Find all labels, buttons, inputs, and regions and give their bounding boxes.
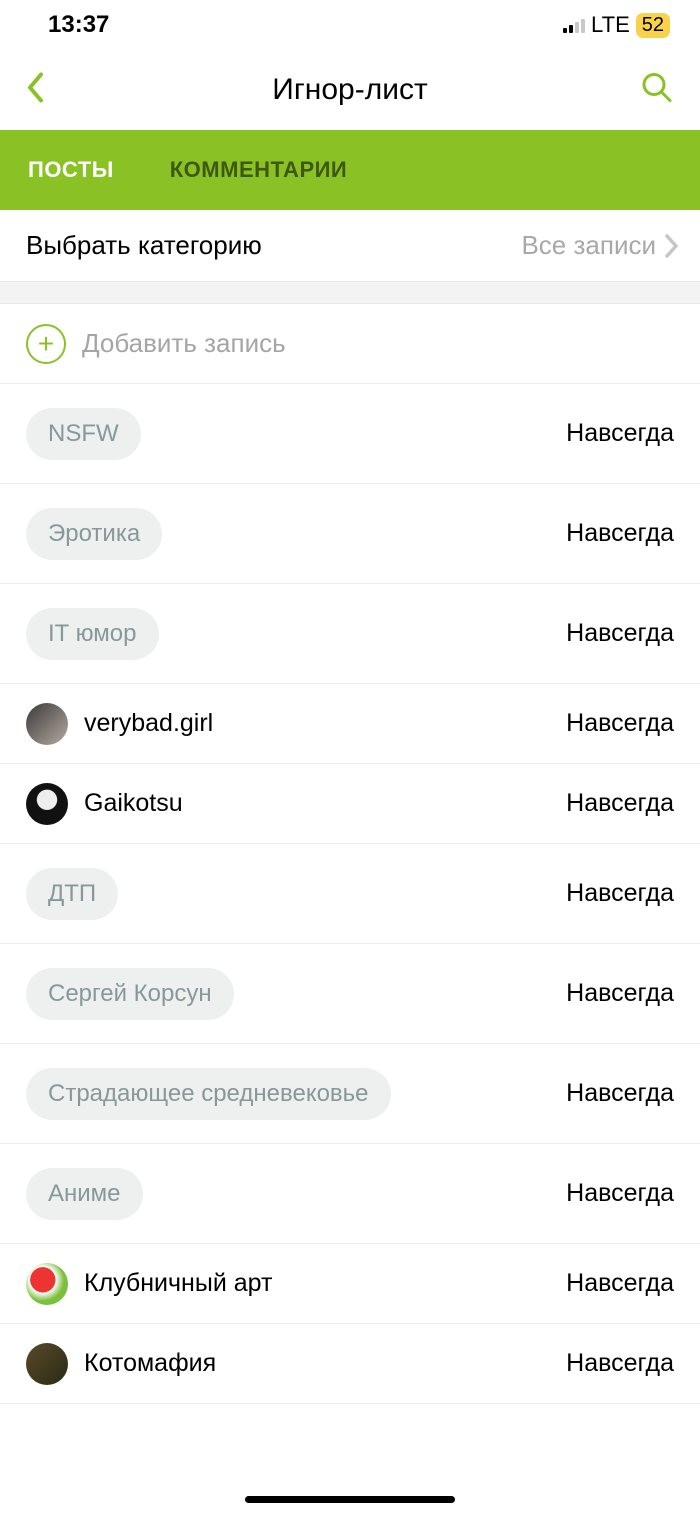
user-name: Gaikotsu: [84, 789, 183, 818]
section-gap: [0, 282, 700, 304]
list-item[interactable]: Эротика Навсегда: [0, 484, 700, 584]
list-item[interactable]: verybad.girl Навсегда: [0, 684, 700, 764]
tag-pill: Аниме: [26, 1168, 143, 1220]
chevron-left-icon: [26, 72, 46, 104]
duration-label: Навсегда: [566, 879, 674, 908]
list-item[interactable]: IT юмор Навсегда: [0, 584, 700, 684]
tag-pill: IT юмор: [26, 608, 159, 660]
tab-bar: ПОСТЫ КОММЕНТАРИИ: [0, 130, 700, 210]
list-item[interactable]: Сергей Корсун Навсегда: [0, 944, 700, 1044]
duration-label: Навсегда: [566, 619, 674, 648]
chevron-right-icon: [664, 233, 680, 259]
user-name: Котомафия: [84, 1349, 216, 1378]
tag-pill: Страдающее средневековье: [26, 1068, 391, 1120]
duration-label: Навсегда: [566, 979, 674, 1008]
duration-label: Навсегда: [566, 1179, 674, 1208]
duration-label: Навсегда: [566, 519, 674, 548]
list-item[interactable]: Котомафия Навсегда: [0, 1324, 700, 1404]
status-right: LTE 52: [563, 12, 670, 38]
signal-icon: [563, 17, 585, 33]
status-bar: 13:37 LTE 52: [0, 0, 700, 50]
avatar: [26, 783, 68, 825]
user-name: verybad.girl: [84, 709, 213, 738]
list-item[interactable]: ДТП Навсегда: [0, 844, 700, 944]
list-item[interactable]: NSFW Навсегда: [0, 384, 700, 484]
home-indicator: [245, 1496, 455, 1503]
add-entry-label: Добавить запись: [82, 328, 286, 359]
avatar: [26, 1343, 68, 1385]
duration-label: Навсегда: [566, 1269, 674, 1298]
duration-label: Навсегда: [566, 1349, 674, 1378]
duration-label: Навсегда: [566, 789, 674, 818]
page-title: Игнор-лист: [272, 73, 427, 107]
tag-pill: Эротика: [26, 508, 162, 560]
list-item[interactable]: Gaikotsu Навсегда: [0, 764, 700, 844]
back-button[interactable]: [26, 72, 46, 109]
avatar: [26, 1263, 68, 1305]
plus-icon: +: [26, 324, 66, 364]
ignore-list: NSFW Навсегда Эротика Навсегда IT юмор Навсег…: [0, 384, 700, 1404]
network-label: LTE: [591, 12, 630, 38]
status-time: 13:37: [48, 11, 109, 39]
duration-label: Навсегда: [566, 1079, 674, 1108]
tab-comments[interactable]: КОММЕНТАРИИ: [142, 130, 376, 210]
list-item[interactable]: Страдающее средневековье Навсегда: [0, 1044, 700, 1144]
battery-badge: 52: [636, 13, 670, 38]
nav-bar: Игнор-лист: [0, 50, 700, 130]
add-entry-button[interactable]: + Добавить запись: [0, 304, 700, 384]
avatar: [26, 703, 68, 745]
tag-pill: Сергей Корсун: [26, 968, 234, 1020]
list-item[interactable]: Аниме Навсегда: [0, 1144, 700, 1244]
list-item[interactable]: Клубничный арт Навсегда: [0, 1244, 700, 1324]
user-name: Клубничный арт: [84, 1269, 272, 1298]
category-selector[interactable]: Выбрать категорию Все записи: [0, 210, 700, 282]
category-value: Все записи: [521, 230, 656, 261]
tag-pill: NSFW: [26, 408, 141, 460]
duration-label: Навсегда: [566, 419, 674, 448]
duration-label: Навсегда: [566, 709, 674, 738]
tab-posts[interactable]: ПОСТЫ: [0, 130, 142, 210]
category-label: Выбрать категорию: [26, 230, 262, 261]
search-button[interactable]: [640, 71, 674, 110]
search-icon: [640, 71, 674, 105]
tag-pill: ДТП: [26, 868, 118, 920]
